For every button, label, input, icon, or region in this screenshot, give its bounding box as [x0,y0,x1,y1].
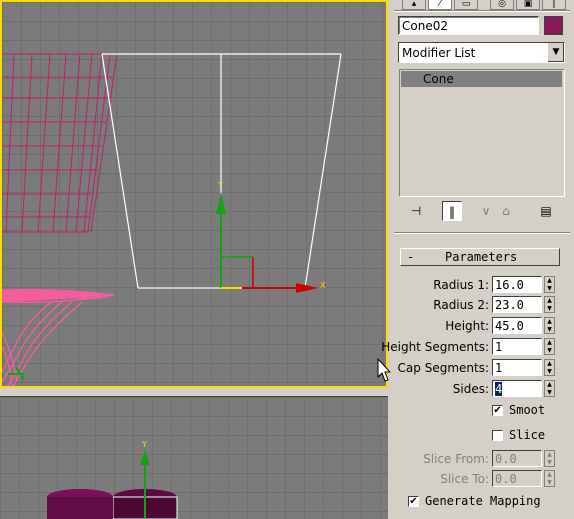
create-icon: ▴ [411,0,417,9]
sides-spinner[interactable]: ▲ ▼ [544,380,555,397]
height-input[interactable]: 45.0 [492,317,542,334]
hierarchy-icon: ▭ [461,0,471,9]
remove-modifier-icon[interactable]: ⌂ [496,201,516,221]
slice-from-input[interactable]: 0.0 [492,450,542,467]
transform-gizmo [216,192,318,293]
stack-toolbar: ⊣ ‖ ∨ ⌂ ▤ [402,200,562,222]
object-color-swatch[interactable] [544,16,563,35]
slice-to-input[interactable]: 0.0 [492,470,542,487]
create-tab[interactable]: ▴ [402,0,426,10]
radius2-spinner[interactable]: ▲ ▼ [544,296,555,313]
sides-input[interactable]: 4 [492,380,542,397]
slice-to-spinner[interactable]: ▲ ▼ [544,470,555,487]
modify-tab[interactable]: ⁄ [428,0,452,10]
smooth-checkbox[interactable]: ✔ [492,405,503,416]
gizmo-y-label: Y [217,181,223,190]
cone01-wireframe [2,53,118,233]
bottom-viewport-scene: Y [47,440,178,519]
radius2-row: Radius 2: 23.0 ▲ ▼ [392,296,574,314]
height-row: Height: 45.0 ▲ ▼ [392,317,574,335]
modifier-list-label: Modifier List [402,46,476,60]
modifier-list-dropdown[interactable]: Modifier List ▼ [398,42,565,63]
radius1-row: Radius 1: 16.0 ▲ ▼ [392,276,574,294]
cap-segments-row: Cap Segments: 1 ▲ ▼ [392,359,574,377]
slice-to-label: Slice To: [440,472,489,486]
bottom-viewport[interactable]: Y [0,396,388,519]
modify-icon: ⁄ [439,0,441,9]
object-name-field[interactable]: Cone02 [398,16,539,35]
slice-label: Slice [509,428,546,442]
tabs-divider [394,10,570,12]
configure-sets-icon[interactable]: ▤ [536,201,556,221]
pin-stack-icon[interactable]: ⊣ [406,201,426,221]
radius2-input[interactable]: 23.0 [492,296,542,313]
modifier-stack[interactable]: Cone [399,69,565,197]
slice-from-row: Slice From: 0.0 ▲ ▼ [392,450,574,468]
height-segments-spinner[interactable]: ▲ ▼ [544,338,555,355]
active-viewport[interactable]: Y X [0,0,388,388]
stack-divider [394,232,570,234]
rollout-collapse-icon: - [407,250,415,264]
bottom-gizmo-y-label: Y [141,440,147,449]
viewport-separator[interactable] [0,388,392,396]
motion-icon: ◎ [498,0,506,9]
height-spinner[interactable]: ▲ ▼ [544,317,555,334]
smooth-label: Smoot [509,403,546,417]
command-panel-tabs: ▴ ⁄ ▭ ◎ ▣ ǀ [398,0,568,10]
cap-segments-spinner[interactable]: ▲ ▼ [544,359,555,376]
slice-checkbox[interactable] [492,430,503,441]
generate-mapping-checkbox[interactable]: ✔ [408,496,419,507]
sides-label: Sides: [452,382,489,396]
parameters-rollout-header[interactable]: - Parameters [400,248,560,266]
slice-from-spinner[interactable]: ▲ ▼ [544,450,555,467]
make-unique-icon[interactable]: ∨ [476,201,496,221]
cap-segments-label: Cap Segments: [397,361,489,375]
cone01-base-fill [2,289,114,302]
sides-value: 4 [495,382,503,396]
gizmo-x-label: X [320,281,326,290]
height-label: Height: [445,319,489,333]
radius1-spinner[interactable]: ▲ ▼ [544,276,555,293]
chevron-down-icon[interactable]: ▼ [547,43,564,62]
radius1-label: Radius 1: [433,278,489,292]
slice-to-row: Slice To: 0.0 ▲ ▼ [392,470,574,488]
viewport-scene: Y X [2,53,342,386]
radius2-label: Radius 2: [433,298,489,312]
height-segments-input[interactable]: 1 [492,338,542,355]
cap-segments-input[interactable]: 1 [492,359,542,376]
command-panel: ▴ ⁄ ▭ ◎ ▣ ǀ Cone02 Modifier List ▼ Cone … [381,0,574,518]
show-end-result-icon[interactable]: ‖ [442,201,462,221]
stack-item-cone[interactable]: Cone [401,71,562,87]
height-segments-label: Height Segments: [381,340,489,354]
generate-mapping-label: Generate Mapping [425,494,541,508]
sides-row: Sides: 4 ▲ ▼ [392,380,574,398]
utilities-tab[interactable]: ǀ [542,0,566,10]
utilities-icon: ǀ [552,0,556,9]
mouse-cursor-icon [377,358,391,382]
rollout-title: Parameters [445,250,518,264]
slice-from-label: Slice From: [423,452,489,466]
display-icon: ▣ [523,0,533,9]
bottom-cone01 [47,489,113,519]
radius1-input[interactable]: 16.0 [492,276,542,293]
motion-tab[interactable]: ◎ [490,0,514,10]
hierarchy-tab[interactable]: ▭ [454,0,478,10]
height-segments-row: Height Segments: 1 ▲ ▼ [381,338,574,356]
display-tab[interactable]: ▣ [516,0,540,10]
